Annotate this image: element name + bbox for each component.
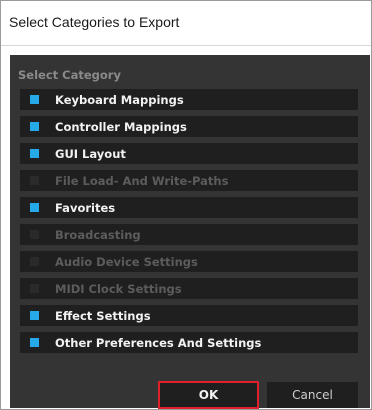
category-row-keyboard-mappings[interactable]: Keyboard Mappings bbox=[20, 89, 358, 110]
checkbox[interactable] bbox=[30, 203, 39, 212]
ok-button[interactable]: OK bbox=[158, 381, 259, 409]
category-label: Controller Mappings bbox=[55, 120, 187, 134]
category-row-controller-mappings[interactable]: Controller Mappings bbox=[20, 116, 358, 137]
category-row-midi-clock-settings[interactable]: MIDI Clock Settings bbox=[20, 278, 358, 299]
category-label: Keyboard Mappings bbox=[55, 93, 184, 107]
category-row-file-paths[interactable]: File Load- And Write-Paths bbox=[20, 170, 358, 191]
category-row-other-preferences[interactable]: Other Preferences And Settings bbox=[20, 332, 358, 353]
dialog-title: Select Categories to Export bbox=[9, 14, 180, 30]
category-row-broadcasting[interactable]: Broadcasting bbox=[20, 224, 358, 245]
category-label: Broadcasting bbox=[55, 228, 141, 242]
category-label: File Load- And Write-Paths bbox=[55, 174, 229, 188]
category-row-gui-layout[interactable]: GUI Layout bbox=[20, 143, 358, 164]
category-label: MIDI Clock Settings bbox=[55, 282, 182, 296]
section-label: Select Category bbox=[18, 68, 121, 82]
category-label: Other Preferences And Settings bbox=[55, 336, 262, 350]
checkbox[interactable] bbox=[30, 149, 39, 158]
category-label: GUI Layout bbox=[55, 147, 126, 161]
checkbox[interactable] bbox=[30, 257, 39, 266]
title-bar: Select Categories to Export bbox=[1, 1, 371, 46]
category-label: Effect Settings bbox=[55, 309, 151, 323]
category-label: Favorites bbox=[55, 201, 116, 215]
category-row-audio-device-settings[interactable]: Audio Device Settings bbox=[20, 251, 358, 272]
category-label: Audio Device Settings bbox=[55, 255, 198, 269]
checkbox[interactable] bbox=[30, 284, 39, 293]
checkbox[interactable] bbox=[30, 230, 39, 239]
checkbox[interactable] bbox=[30, 311, 39, 320]
cancel-button[interactable]: Cancel bbox=[267, 382, 358, 408]
category-row-effect-settings[interactable]: Effect Settings bbox=[20, 305, 358, 326]
checkbox[interactable] bbox=[30, 95, 39, 104]
category-row-favorites[interactable]: Favorites bbox=[20, 197, 358, 218]
checkbox[interactable] bbox=[30, 176, 39, 185]
checkbox[interactable] bbox=[30, 338, 39, 347]
checkbox[interactable] bbox=[30, 122, 39, 131]
